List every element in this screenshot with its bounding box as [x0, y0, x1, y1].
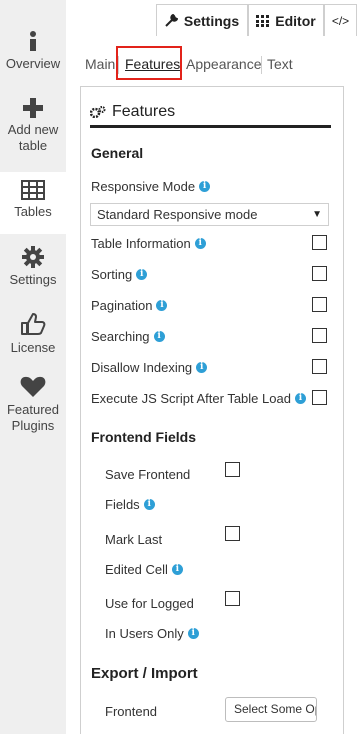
- logged-users-line2: In Users Only i: [105, 626, 199, 641]
- table-information-checkbox[interactable]: [312, 235, 327, 250]
- sidebar-item-label: Featured Plugins: [6, 402, 60, 433]
- option-label: Searching: [91, 329, 150, 344]
- sidebar: Overview Add new table Tables Settings L…: [0, 0, 66, 734]
- sidebar-item-label: License: [10, 340, 56, 355]
- option-label: Save Frontend: [105, 467, 191, 482]
- mark-last-edited-line1: Mark Last: [105, 532, 162, 547]
- option-label: Table Information: [91, 236, 191, 251]
- info-icon[interactable]: i: [294, 393, 306, 404]
- export-options-select[interactable]: Select Some Options: [225, 697, 317, 722]
- sidebar-item-featured-plugins[interactable]: Featured Plugins: [0, 376, 66, 440]
- save-frontend-fields-line2: Fields i: [105, 497, 155, 512]
- logged-users-line1: Use for Logged: [105, 596, 194, 611]
- sidebar-item-label: Tables: [14, 204, 52, 219]
- sidebar-item-label: Settings: [9, 272, 57, 287]
- info-icon[interactable]: i: [187, 628, 199, 639]
- sorting-checkbox[interactable]: [312, 266, 327, 281]
- save-frontend-fields-line1: Save Frontend: [105, 467, 190, 482]
- sidebar-item-tables[interactable]: Tables: [0, 172, 66, 234]
- sidebar-item-license[interactable]: License: [0, 312, 66, 362]
- execute-js-checkbox[interactable]: [312, 390, 327, 405]
- sidebar-item-label: Add new table: [7, 122, 59, 153]
- highlight-box: [116, 46, 182, 80]
- mark-last-edited-line2: Edited Cell i: [105, 562, 183, 577]
- option-label: Frontend: [105, 704, 158, 719]
- tab-settings[interactable]: Settings: [156, 4, 248, 36]
- grid-icon: [256, 14, 270, 27]
- info-icon[interactable]: i: [143, 499, 155, 510]
- option-label: Pagination: [91, 298, 153, 313]
- subtab-appearance[interactable]: Appearance: [186, 56, 262, 72]
- heart-icon: [20, 376, 46, 397]
- plus-icon: [23, 98, 43, 118]
- info-icon[interactable]: i: [194, 238, 206, 249]
- tab-settings-label: Settings: [183, 12, 240, 29]
- tab-editor-label: Editor: [275, 12, 316, 29]
- option-label: Sorting: [91, 267, 133, 282]
- info-icon[interactable]: i: [136, 269, 148, 280]
- code-icon: </>: [331, 13, 350, 28]
- option-label: Fields: [105, 497, 140, 512]
- export-frontend-label: Frontend: [105, 704, 157, 719]
- panel-title-text: Features: [112, 103, 176, 120]
- subtab-main[interactable]: Main: [85, 56, 115, 72]
- option-label: Disallow Indexing: [91, 360, 193, 375]
- mark-last-edited-checkbox[interactable]: [225, 526, 240, 541]
- responsive-mode-select[interactable]: Standard Responsive mode ▼: [90, 203, 329, 226]
- responsive-mode-label: Responsive Mode i: [91, 179, 211, 194]
- export-import-heading: Export / Import: [91, 665, 198, 682]
- option-label: Execute JS Script After Table Load: [91, 391, 291, 406]
- thumbs-up-icon: [21, 313, 46, 335]
- frontend-fields-heading: Frontend Fields: [91, 429, 196, 445]
- option-label: In Users Only: [105, 626, 184, 641]
- pagination-checkbox[interactable]: [312, 297, 327, 312]
- wrench-icon: [165, 14, 178, 27]
- tab-editor[interactable]: Editor: [248, 4, 324, 36]
- option-disallow-indexing: Disallow Indexing i: [91, 360, 208, 375]
- gears-icon: [90, 106, 106, 118]
- logged-users-checkbox[interactable]: [225, 591, 240, 606]
- tab-code[interactable]: </>: [324, 4, 357, 36]
- disallow-indexing-checkbox[interactable]: [312, 359, 327, 374]
- option-searching: Searching i: [91, 329, 165, 344]
- title-divider: [90, 125, 331, 128]
- general-heading: General: [91, 145, 144, 161]
- responsive-mode-value: Standard Responsive mode: [97, 207, 258, 222]
- option-execute-js: Execute JS Script After Table Load i: [91, 391, 306, 406]
- panel-title: Features: [90, 103, 175, 121]
- subtab-divider: [261, 56, 262, 74]
- sidebar-item-overview[interactable]: Overview: [0, 30, 66, 86]
- sidebar-item-label: Overview: [5, 56, 61, 71]
- subtab-text[interactable]: Text: [267, 56, 293, 72]
- table-icon: [21, 180, 45, 200]
- dropdown-arrow-icon: ▼: [312, 209, 322, 220]
- option-label: Edited Cell: [105, 562, 168, 577]
- gear-icon: [22, 246, 44, 268]
- option-label: Mark Last: [105, 532, 163, 547]
- responsive-mode-text: Responsive Mode: [91, 179, 196, 194]
- info-icon[interactable]: i: [171, 564, 183, 575]
- info-icon[interactable]: i: [153, 331, 165, 342]
- option-label: Use for Logged: [105, 596, 194, 611]
- option-table-information: Table Information i: [91, 236, 206, 251]
- sidebar-item-add-new-table[interactable]: Add new table: [0, 98, 66, 168]
- searching-checkbox[interactable]: [312, 328, 327, 343]
- info-icon[interactable]: i: [196, 362, 208, 373]
- option-pagination: Pagination i: [91, 298, 168, 313]
- sidebar-item-settings[interactable]: Settings: [0, 246, 66, 296]
- info-icon: [30, 31, 36, 51]
- info-icon[interactable]: i: [199, 181, 211, 192]
- save-frontend-fields-checkbox[interactable]: [225, 462, 240, 477]
- option-sorting: Sorting i: [91, 267, 148, 282]
- top-tab-bar: Settings Editor </>: [66, 0, 357, 36]
- info-icon[interactable]: i: [156, 300, 168, 311]
